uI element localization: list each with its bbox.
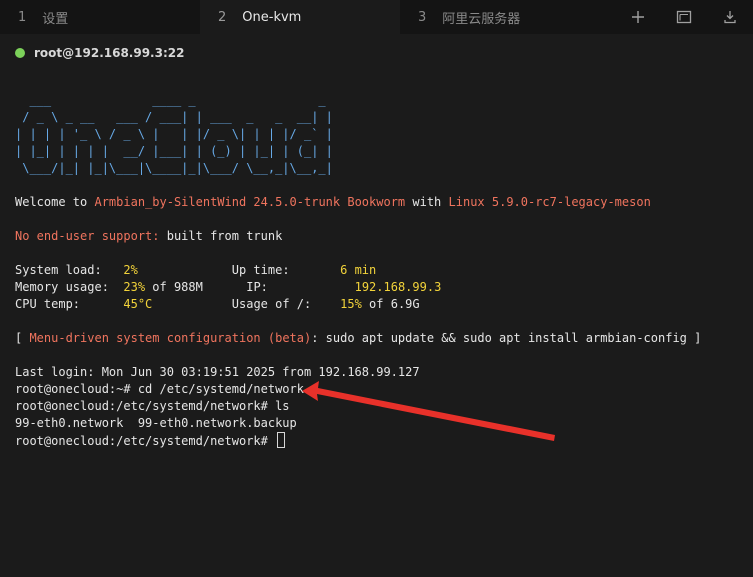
annotation-arrow-icon xyxy=(302,381,555,441)
